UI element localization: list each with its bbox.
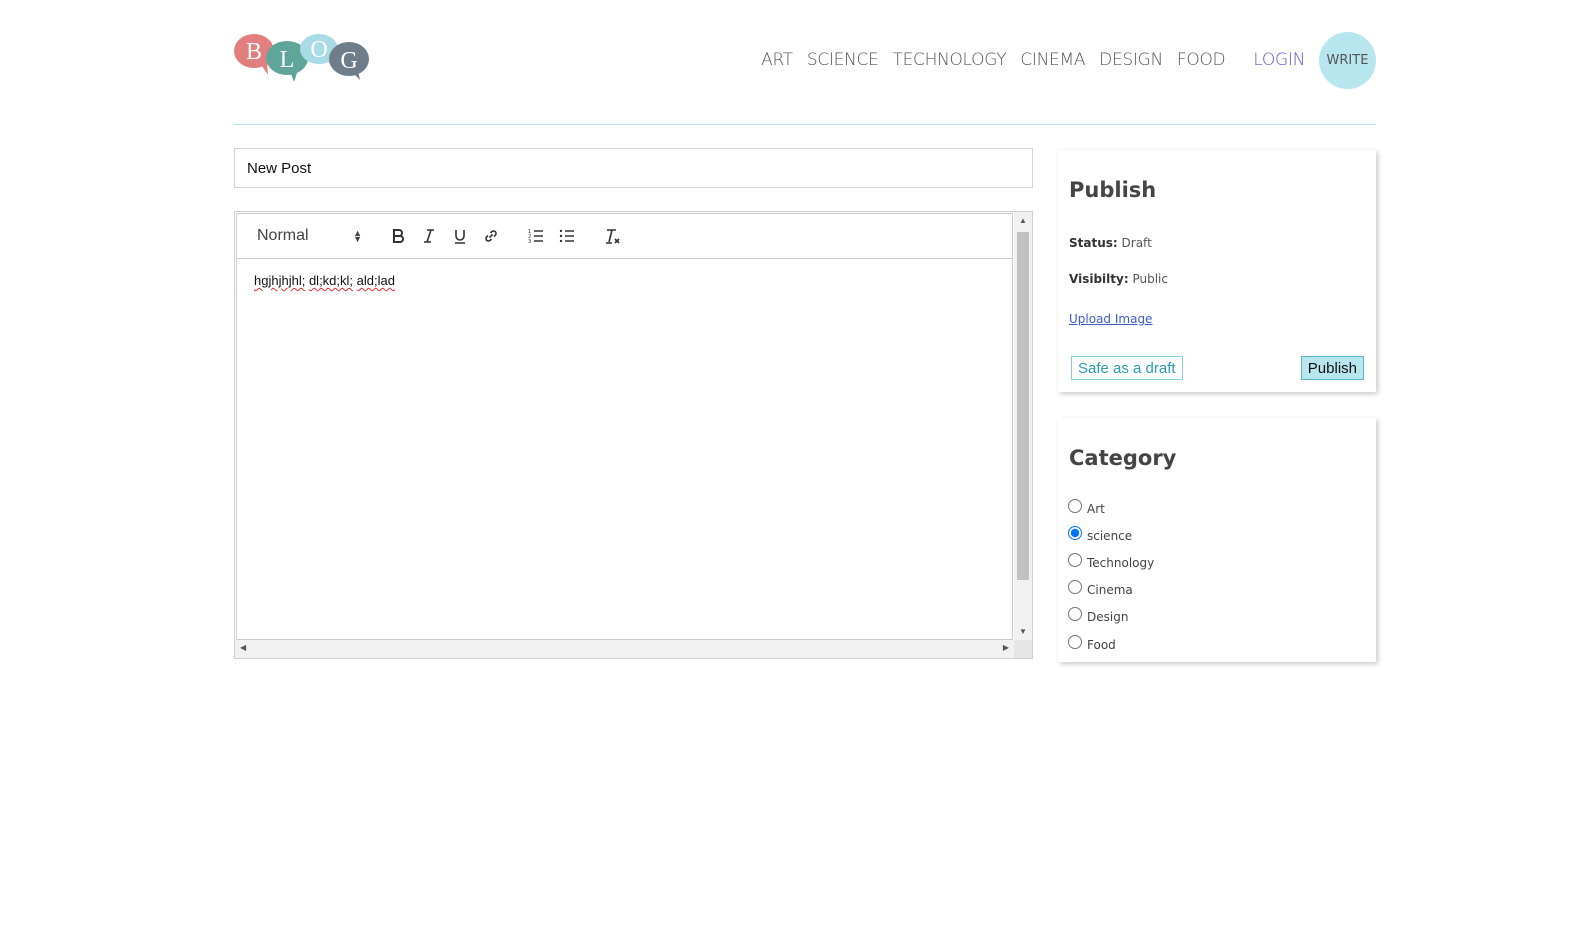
bold-icon	[392, 229, 404, 243]
category-option-label: Design	[1087, 610, 1129, 625]
clear-format-button[interactable]	[596, 223, 627, 249]
vertical-scroll-thumb[interactable]	[1017, 232, 1029, 580]
category-panel-title: Category	[1069, 446, 1177, 470]
category-option-label: Cinema	[1087, 583, 1133, 598]
category-option-label: science	[1087, 528, 1133, 543]
category-option-cinema[interactable]: Cinema	[1068, 577, 1154, 604]
ordered-list-button[interactable]: 123	[520, 223, 551, 249]
publish-button[interactable]: Publish	[1300, 356, 1364, 380]
write-button[interactable]: WRITE	[1319, 31, 1376, 89]
underline-icon	[454, 230, 465, 244]
ordered-list-icon: 123	[528, 229, 543, 245]
nav-link-technology[interactable]: TECHNOLOGY	[892, 50, 1006, 70]
publish-panel-title: Publish	[1069, 178, 1157, 202]
scrollbar-corner	[1014, 640, 1032, 658]
category-option-technology[interactable]: Technology	[1068, 549, 1154, 576]
svg-text:3: 3	[528, 239, 531, 245]
category-radio-food[interactable]	[1068, 634, 1082, 649]
status-label: Status:	[1069, 236, 1118, 250]
category-option-label: Art	[1087, 501, 1105, 516]
link-button[interactable]	[475, 223, 506, 249]
site-header: B L O G ART SCIENCE TECHNOLOGY CINEMA DE…	[234, 30, 1376, 90]
vertical-scrollbar[interactable]: ▲ ▼	[1014, 212, 1032, 640]
italic-icon	[423, 229, 434, 243]
format-select[interactable]: Normal ▲ ▼	[257, 223, 368, 249]
scroll-up-icon[interactable]: ▲	[1019, 216, 1027, 225]
scroll-right-icon[interactable]: ▶	[1003, 643, 1009, 652]
upload-image-link[interactable]: Upload Image	[1069, 312, 1152, 326]
svg-text:B: B	[246, 39, 262, 65]
rich-text-editor: Normal ▲ ▼ 123 hgjhjhjhl; dl;kd;kl; ald;…	[234, 211, 1033, 659]
bullet-list-icon	[559, 229, 574, 243]
category-option-label: Technology	[1087, 555, 1155, 570]
editor-toolbar: Normal ▲ ▼ 123	[237, 214, 1012, 259]
nav-link-cinema[interactable]: CINEMA	[1020, 50, 1085, 70]
category-radio-cinema[interactable]	[1068, 580, 1082, 595]
underline-button[interactable]	[444, 223, 475, 249]
header-divider	[234, 124, 1376, 125]
save-draft-button[interactable]: Safe as a draft	[1071, 356, 1183, 380]
clear-format-icon	[605, 229, 620, 244]
bullet-list-button[interactable]	[551, 223, 582, 249]
category-option-art[interactable]: Art	[1068, 495, 1154, 522]
category-option-food[interactable]: Food	[1068, 631, 1154, 658]
main-nav: ART SCIENCE TECHNOLOGY CINEMA DESIGN FOO…	[747, 30, 1376, 90]
scroll-down-icon[interactable]: ▼	[1019, 627, 1027, 636]
category-radio-group: Art science Technology Cinema Design Foo…	[1068, 495, 1154, 658]
editor-content[interactable]: hgjhjhjhl; dl;kd;kl; ald;lad	[237, 259, 1012, 302]
content-word: dl;kd;kl;	[308, 273, 354, 288]
bold-button[interactable]	[382, 223, 413, 249]
category-option-label: Food	[1087, 637, 1116, 652]
scroll-left-icon[interactable]: ◀	[240, 643, 246, 652]
blog-logo[interactable]: B L O G	[234, 30, 370, 82]
nav-link-science[interactable]: SCIENCE	[807, 50, 879, 70]
format-select-value: Normal	[257, 227, 309, 244]
horizontal-scrollbar[interactable]: ◀ ▶	[235, 640, 1014, 658]
visibility-label: Visibilty:	[1069, 272, 1129, 286]
category-radio-technology[interactable]	[1068, 552, 1082, 567]
italic-button[interactable]	[413, 223, 444, 249]
status-row: Status: Draft	[1069, 236, 1152, 250]
visibility-value: Public	[1132, 272, 1168, 286]
editor-frame: Normal ▲ ▼ 123 hgjhjhjhl; dl;kd;kl; ald;…	[236, 213, 1013, 640]
svg-text:G: G	[340, 48, 357, 74]
content-word: ald;lad	[356, 273, 395, 288]
write-button-label: WRITE	[1326, 52, 1369, 68]
category-radio-science[interactable]	[1068, 525, 1082, 540]
category-option-design[interactable]: Design	[1068, 604, 1154, 631]
svg-text:L: L	[280, 47, 295, 73]
nav-link-food[interactable]: FOOD	[1177, 50, 1226, 70]
nav-link-design[interactable]: DESIGN	[1099, 50, 1163, 70]
link-icon	[484, 230, 497, 242]
visibility-row: Visibilty: Public	[1069, 272, 1168, 286]
category-option-science[interactable]: science	[1068, 522, 1154, 549]
publish-panel: Publish Status: Draft Visibilty: Public …	[1058, 150, 1376, 392]
content-word: hgjhjhjhl;	[254, 273, 306, 288]
post-title-input[interactable]	[234, 148, 1033, 188]
select-arrows-icon: ▲ ▼	[353, 228, 362, 244]
category-panel: Category Art science Technology Cinema D…	[1058, 418, 1376, 662]
login-link[interactable]: LOGIN	[1253, 50, 1305, 70]
category-radio-design[interactable]	[1068, 607, 1082, 622]
status-value: Draft	[1121, 236, 1152, 250]
logo-bubble-g: G	[329, 42, 369, 80]
svg-text:O: O	[310, 37, 327, 63]
category-radio-art[interactable]	[1068, 498, 1082, 513]
nav-link-art[interactable]: ART	[761, 50, 793, 70]
